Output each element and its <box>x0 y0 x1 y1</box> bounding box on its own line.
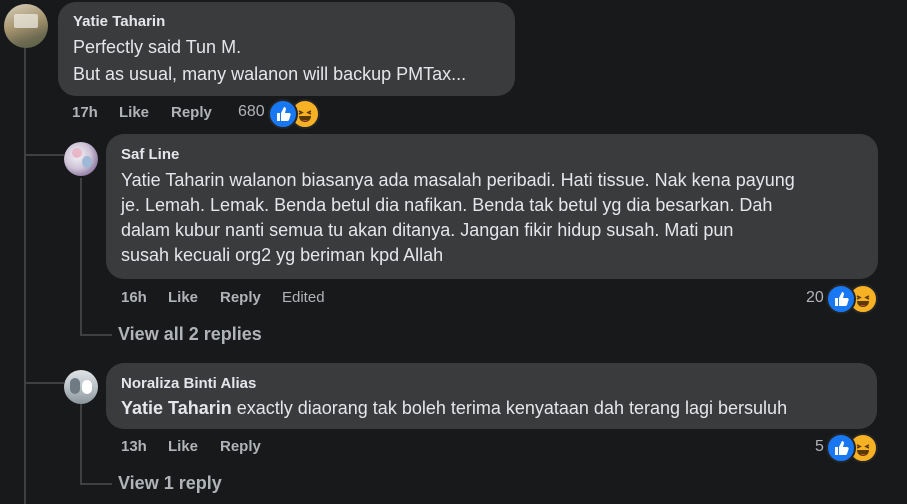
avatar-detail <box>14 14 38 28</box>
comment-author[interactable]: Saf Line <box>121 146 179 163</box>
comment-timestamp[interactable]: 16h <box>121 289 147 306</box>
comment-text: Yatie Taharin exactly diaorang tak boleh… <box>121 396 787 421</box>
comment-timestamp[interactable]: 13h <box>121 438 147 455</box>
comment-author[interactable]: Yatie Taharin <box>73 13 165 30</box>
mention-link[interactable]: Yatie Taharin <box>121 398 232 418</box>
thread-branch-reply-2 <box>24 382 64 384</box>
avatar-detail <box>82 380 92 394</box>
view-replies-link[interactable]: View 1 reply <box>118 473 222 494</box>
like-button[interactable]: Like <box>119 104 149 121</box>
avatar-detail <box>70 378 80 394</box>
like-button[interactable]: Like <box>168 289 198 306</box>
avatar-detail <box>72 148 82 158</box>
comment-author[interactable]: Noraliza Binti Alias <box>121 375 256 392</box>
comment-bubble: Saf Line Yatie Taharin walanon biasanya … <box>106 134 878 279</box>
comment-text-body: exactly diaorang tak boleh terima kenyat… <box>231 398 788 418</box>
reaction-count[interactable]: 680 <box>238 103 265 121</box>
edited-label[interactable]: Edited <box>282 289 325 306</box>
comment-bubble: Noraliza Binti Alias Yatie Taharin exact… <box>106 363 877 429</box>
comment-timestamp[interactable]: 17h <box>72 104 98 121</box>
thread-line-reply-2 <box>80 404 82 484</box>
like-icon <box>826 284 856 314</box>
like-icon <box>826 433 856 463</box>
thread-line-reply-1 <box>80 178 82 336</box>
avatar[interactable] <box>64 370 98 404</box>
reaction-count[interactable]: 5 <box>815 438 824 456</box>
comment-text-line-1: Perfectly said Tun M. <box>73 37 242 57</box>
avatar[interactable] <box>4 4 48 48</box>
thread-branch-view-one <box>80 483 112 485</box>
comment-text-line-2: je. Lemah. Lemak. Benda betul dia nafika… <box>121 195 773 215</box>
thread-branch-view-all <box>80 334 112 336</box>
thread-line-main <box>24 48 26 504</box>
comment-text-line-2: But as usual, many walanon will backup P… <box>73 64 467 84</box>
comment-text-line-4: susah kecuali org2 yg beriman kpd Allah <box>121 245 444 265</box>
like-icon <box>268 99 298 129</box>
comment-bubble: Yatie Taharin Perfectly said Tun M. But … <box>58 2 515 96</box>
reaction-count[interactable]: 20 <box>806 289 824 307</box>
thread-branch-reply-1 <box>24 154 64 156</box>
comment-text-line-1: Yatie Taharin walanon biasanya ada masal… <box>121 170 795 190</box>
reply-button[interactable]: Reply <box>171 104 212 121</box>
avatar-detail <box>82 156 92 168</box>
avatar[interactable] <box>64 142 98 176</box>
view-replies-link[interactable]: View all 2 replies <box>118 324 262 345</box>
like-button[interactable]: Like <box>168 438 198 455</box>
reply-button[interactable]: Reply <box>220 438 261 455</box>
comment-text-line-3: dalam kubur nanti semua tu akan ditanya.… <box>121 220 734 240</box>
reply-button[interactable]: Reply <box>220 289 261 306</box>
